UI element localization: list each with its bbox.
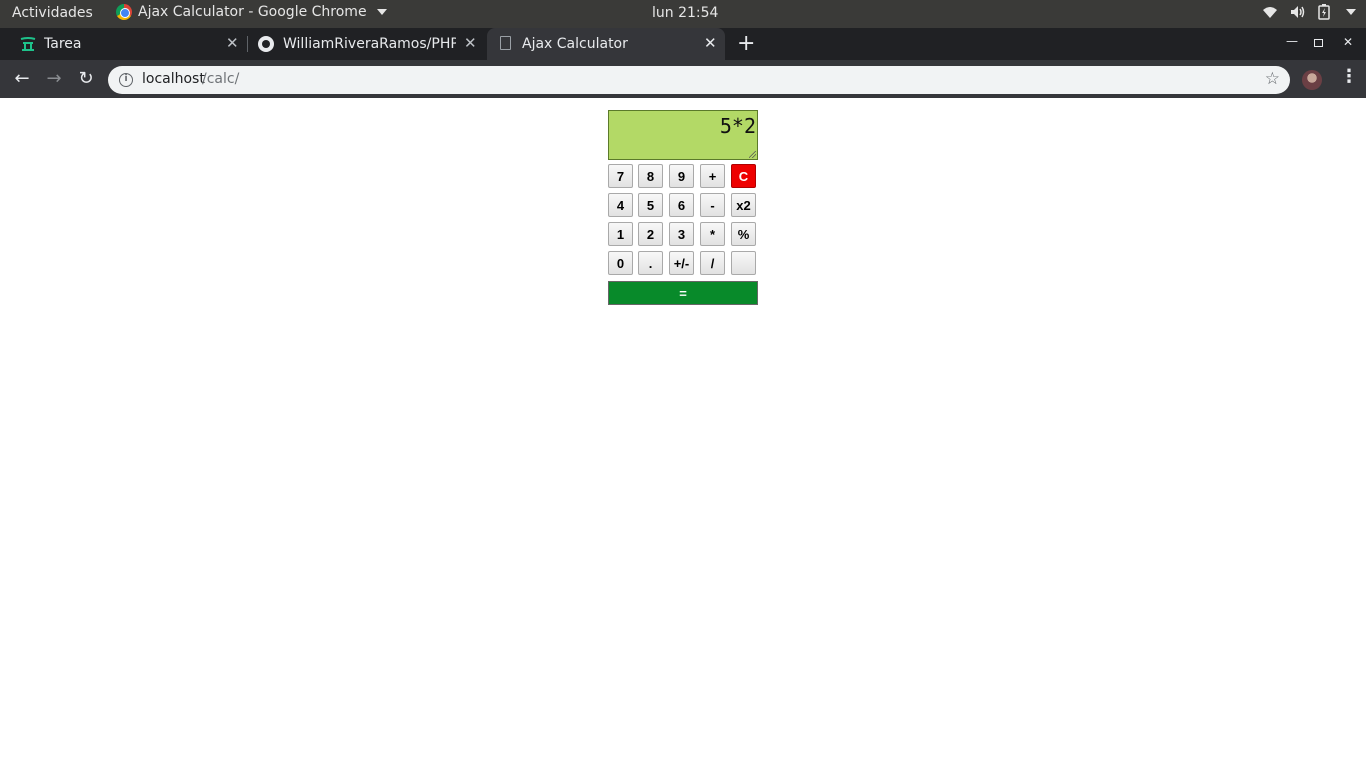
- key-5[interactable]: 5: [638, 193, 663, 217]
- document-icon: [500, 36, 511, 50]
- chevron-down-icon: [376, 9, 387, 15]
- key-minus[interactable]: -: [700, 193, 725, 217]
- system-menu-chevron-icon: [1346, 9, 1356, 15]
- battery-icon: [1318, 4, 1330, 20]
- star-icon[interactable]: ☆: [1265, 69, 1280, 89]
- equals-button[interactable]: =: [608, 281, 758, 305]
- key-multiply[interactable]: *: [700, 222, 725, 246]
- forward-arrow-icon[interactable]: →: [43, 68, 65, 90]
- tab-title: WilliamRiveraRamos/PHP: [283, 36, 456, 52]
- chrome-logo-icon: [116, 4, 132, 20]
- clock[interactable]: lun 21:54: [652, 5, 718, 21]
- key-percent[interactable]: %: [731, 222, 756, 246]
- new-tab-button[interactable]: +: [737, 31, 755, 56]
- minimize-icon[interactable]: —: [1286, 34, 1298, 48]
- key-blank[interactable]: [731, 251, 756, 275]
- more-menu-icon[interactable]: ⋮: [1340, 66, 1358, 87]
- close-icon[interactable]: ✕: [464, 34, 477, 52]
- tarea-favicon-icon: [20, 37, 36, 51]
- system-tray[interactable]: [1262, 4, 1356, 20]
- back-arrow-icon[interactable]: ←: [11, 68, 33, 90]
- tab-strip: Tarea ✕ WilliamRiveraRamos/PHP ✕ Ajax Ca…: [0, 28, 1366, 60]
- tab-ajax-calculator[interactable]: Ajax Calculator ✕: [487, 28, 725, 60]
- key-6[interactable]: 6: [669, 193, 694, 217]
- tab-tarea[interactable]: Tarea ✕: [0, 28, 246, 60]
- github-icon: [258, 36, 274, 52]
- maximize-icon[interactable]: [1314, 39, 1323, 47]
- key-7[interactable]: 7: [608, 164, 633, 188]
- key-3[interactable]: 3: [669, 222, 694, 246]
- key-clear[interactable]: C: [731, 164, 756, 188]
- tab-title: Tarea: [44, 36, 82, 52]
- key-2[interactable]: 2: [638, 222, 663, 246]
- key-0[interactable]: 0: [608, 251, 633, 275]
- window-close-icon[interactable]: ✕: [1343, 35, 1353, 49]
- url-host: localhost: [142, 71, 205, 87]
- key-divide[interactable]: /: [700, 251, 725, 275]
- activities-button[interactable]: Actividades: [12, 5, 93, 21]
- key-1[interactable]: 1: [608, 222, 633, 246]
- address-bar[interactable]: i localhost /calc/ ☆: [108, 66, 1290, 94]
- key-decimal[interactable]: .: [638, 251, 663, 275]
- key-sign-toggle[interactable]: +/-: [669, 251, 694, 275]
- key-8[interactable]: 8: [638, 164, 663, 188]
- key-9[interactable]: 9: [669, 164, 694, 188]
- calculator-display[interactable]: 5*2: [608, 110, 758, 160]
- info-icon[interactable]: i: [119, 73, 133, 87]
- close-icon[interactable]: ✕: [226, 34, 239, 52]
- url-path: /calc/: [202, 71, 240, 87]
- key-plus[interactable]: +: [700, 164, 725, 188]
- key-square[interactable]: x2: [731, 193, 756, 217]
- volume-icon: [1291, 6, 1305, 18]
- profile-avatar[interactable]: [1302, 70, 1322, 90]
- key-4[interactable]: 4: [608, 193, 633, 217]
- system-top-bar: Actividades Ajax Calculator - Google Chr…: [0, 0, 1366, 28]
- tab-github[interactable]: WilliamRiveraRamos/PHP ✕: [248, 28, 486, 60]
- app-menu[interactable]: Ajax Calculator - Google Chrome: [116, 4, 387, 20]
- app-menu-title: Ajax Calculator - Google Chrome: [138, 4, 367, 20]
- tab-title: Ajax Calculator: [522, 36, 628, 52]
- close-icon[interactable]: ✕: [704, 34, 717, 52]
- wifi-icon: [1263, 7, 1277, 18]
- reload-icon[interactable]: ↻: [75, 68, 97, 90]
